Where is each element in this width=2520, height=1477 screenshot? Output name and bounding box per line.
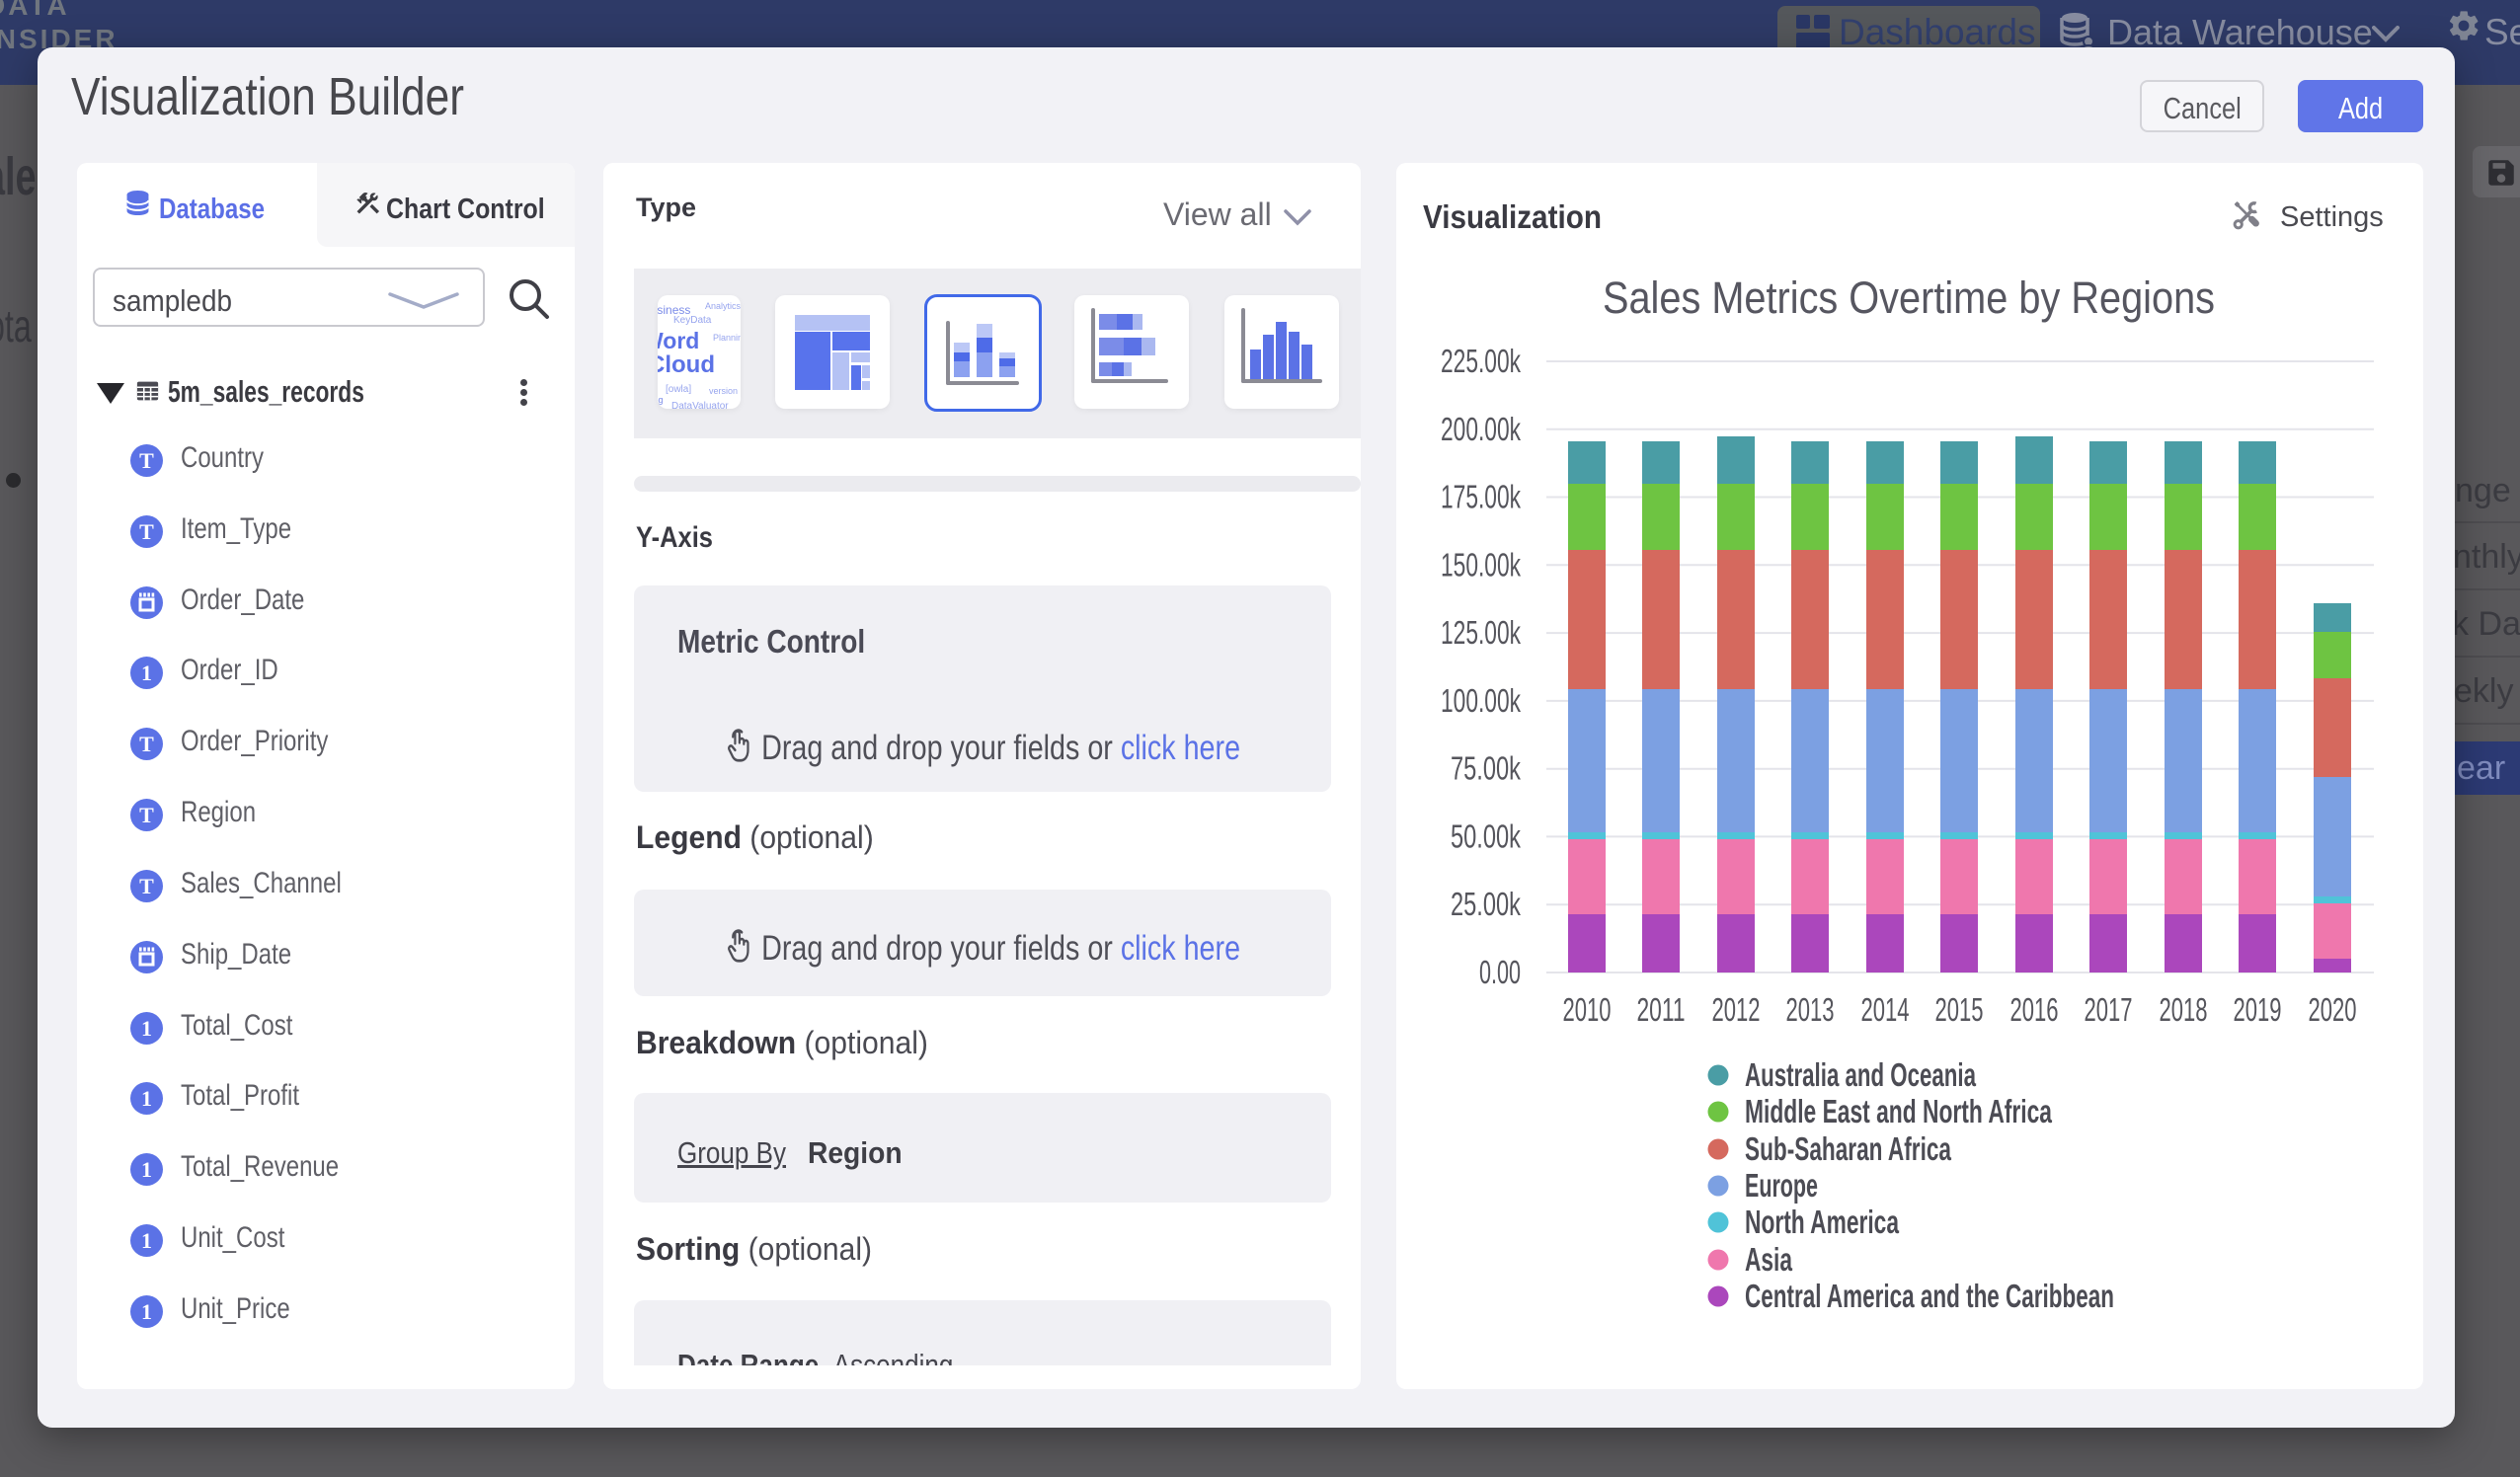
svg-text:2016: 2016 bbox=[2010, 991, 2059, 1028]
svg-text:25.00k: 25.00k bbox=[1451, 886, 1521, 922]
svg-text:125.00k: 125.00k bbox=[1441, 614, 1521, 651]
svg-text:Middle East and North Africa: Middle East and North Africa bbox=[1745, 1093, 2052, 1129]
svg-text:2017: 2017 bbox=[2085, 991, 2133, 1028]
svg-text:2018: 2018 bbox=[2160, 991, 2208, 1028]
svg-text:Australia and Oceania: Australia and Oceania bbox=[1745, 1056, 1976, 1093]
svg-text:Sub-Saharan Africa: Sub-Saharan Africa bbox=[1745, 1130, 1951, 1167]
svg-text:75.00k: 75.00k bbox=[1451, 750, 1521, 787]
svg-text:175.00k: 175.00k bbox=[1441, 479, 1521, 515]
svg-text:North America: North America bbox=[1745, 1204, 1899, 1240]
svg-text:225.00k: 225.00k bbox=[1441, 343, 1521, 379]
svg-text:2015: 2015 bbox=[1935, 991, 1984, 1028]
svg-text:2014: 2014 bbox=[1861, 991, 1910, 1028]
svg-text:Europe: Europe bbox=[1745, 1167, 1818, 1204]
svg-text:Asia: Asia bbox=[1745, 1241, 1792, 1278]
svg-text:150.00k: 150.00k bbox=[1441, 546, 1521, 583]
svg-text:0.00: 0.00 bbox=[1479, 954, 1521, 990]
svg-text:50.00k: 50.00k bbox=[1451, 817, 1521, 854]
svg-text:Sales Metrics Overtime by Regi: Sales Metrics Overtime by Regions bbox=[1603, 272, 2215, 323]
svg-text:2010: 2010 bbox=[1563, 991, 1612, 1028]
svg-text:Central America and the Caribb: Central America and the Caribbean bbox=[1745, 1278, 2114, 1314]
svg-text:2020: 2020 bbox=[2309, 991, 2357, 1028]
svg-text:2019: 2019 bbox=[2234, 991, 2282, 1028]
svg-text:2012: 2012 bbox=[1712, 991, 1761, 1028]
svg-text:2011: 2011 bbox=[1637, 991, 1686, 1028]
svg-text:100.00k: 100.00k bbox=[1441, 682, 1521, 719]
svg-text:2013: 2013 bbox=[1786, 991, 1835, 1028]
svg-text:200.00k: 200.00k bbox=[1441, 411, 1521, 447]
